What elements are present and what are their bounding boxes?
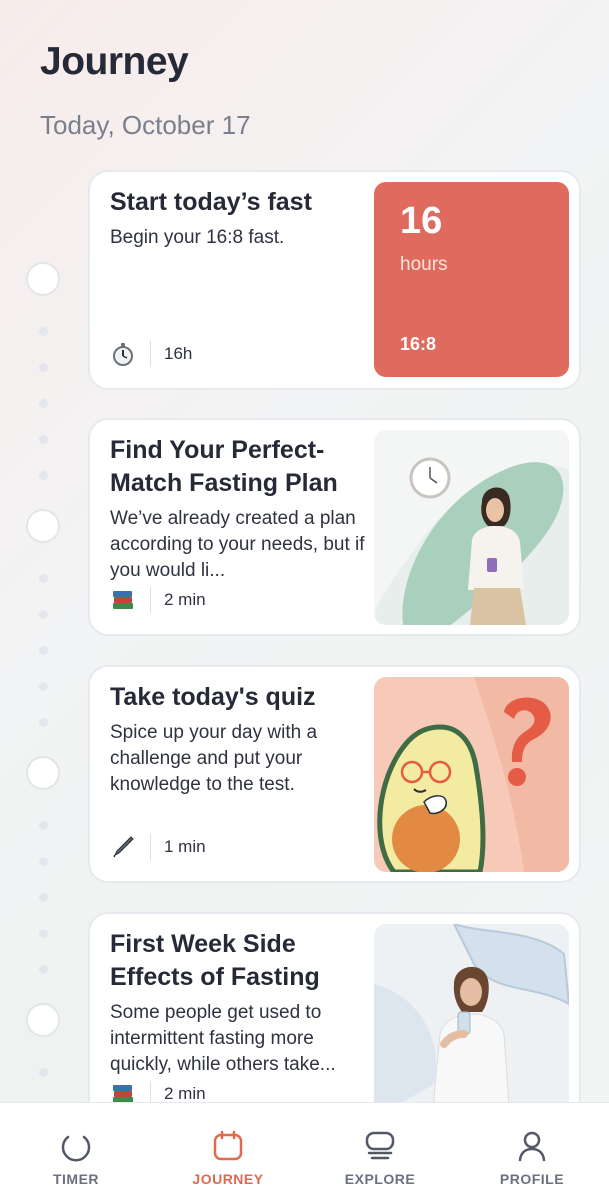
- nav-explore[interactable]: EXPLORE: [304, 1103, 456, 1200]
- card-meta: 1 min: [110, 833, 206, 861]
- fast-unit: hours: [400, 254, 448, 275]
- timeline-node: [26, 509, 60, 543]
- timeline-dot: [39, 965, 48, 974]
- meta-separator: [150, 587, 151, 613]
- fasting-plan-card[interactable]: Find Your Perfect-Match Fasting Plan We’…: [88, 418, 581, 636]
- explore-icon: [363, 1129, 397, 1163]
- avocado-quiz-image: [374, 677, 569, 872]
- timeline-dot: [39, 929, 48, 938]
- timeline-dot: [39, 471, 48, 480]
- timeline-node: [26, 1003, 60, 1037]
- timeline-dot: [39, 327, 48, 336]
- timer-icon: [59, 1129, 93, 1163]
- nav-label: TIMER: [52, 1171, 100, 1187]
- card-description: We’ve already created a plan according t…: [110, 508, 365, 581]
- fast-hours: 16: [400, 200, 443, 242]
- timeline-dot: [39, 610, 48, 619]
- timeline-dot: [39, 399, 48, 408]
- bottom-nav: TIMER JOURNEY EXPLORE PROFILE: [0, 1102, 609, 1200]
- pen-icon: [110, 834, 136, 860]
- timeline-dot: [39, 646, 48, 655]
- timeline-dot: [39, 821, 48, 830]
- card-title: Take today's quiz: [110, 683, 316, 711]
- timeline-dot: [39, 1068, 48, 1077]
- timeline-dot: [39, 857, 48, 866]
- profile-icon: [515, 1129, 549, 1163]
- books-icon: [110, 587, 136, 613]
- timeline-dot: [39, 574, 48, 583]
- card-title: First Week Side Effects of Fasting: [110, 930, 320, 991]
- meta-separator: [150, 834, 151, 860]
- fast-summary-box[interactable]: 16 hours 16:8: [374, 182, 569, 377]
- meta-separator: [150, 341, 151, 367]
- card-description: Spice up your day with a challenge and p…: [110, 722, 318, 795]
- duration-label: 1 min: [164, 837, 206, 856]
- timeline-node: [26, 262, 60, 296]
- woman-drinking-water-image: [374, 924, 569, 1119]
- stopwatch-icon: [110, 341, 136, 367]
- duration-label: 2 min: [164, 590, 206, 609]
- nav-label: JOURNEY: [192, 1171, 264, 1187]
- start-fast-card[interactable]: Start today’s fast Begin your 16:8 fast.…: [88, 170, 581, 390]
- quiz-card[interactable]: Take today's quiz Spice up your day with…: [88, 665, 581, 883]
- timeline-dot: [39, 893, 48, 902]
- nav-label: EXPLORE: [344, 1171, 416, 1187]
- card-description: Begin your 16:8 fast.: [110, 227, 285, 248]
- card-title: Start today’s fast: [110, 188, 312, 216]
- card-meta: 2 min: [110, 586, 206, 614]
- timeline-dot: [39, 682, 48, 691]
- nav-profile[interactable]: PROFILE: [456, 1103, 608, 1200]
- timeline-dot: [39, 718, 48, 727]
- nav-label: PROFILE: [499, 1171, 565, 1187]
- card-description: Some people get used to intermittent fas…: [110, 1002, 336, 1075]
- timeline-node: [26, 756, 60, 790]
- nav-timer[interactable]: TIMER: [0, 1103, 152, 1200]
- timeline-dot: [39, 363, 48, 372]
- calendar-icon: [211, 1129, 245, 1163]
- duration-label: 16h: [164, 344, 193, 363]
- woman-with-phone-image: [374, 430, 569, 625]
- card-title: Find Your Perfect-Match Fasting Plan: [110, 436, 338, 497]
- card-meta: 16h: [110, 340, 192, 368]
- duration-label: 2 min: [164, 1084, 206, 1103]
- timeline-dot: [39, 435, 48, 444]
- fast-plan: 16:8: [400, 334, 437, 354]
- nav-journey[interactable]: JOURNEY: [152, 1103, 304, 1200]
- journey-timeline: [0, 0, 88, 1100]
